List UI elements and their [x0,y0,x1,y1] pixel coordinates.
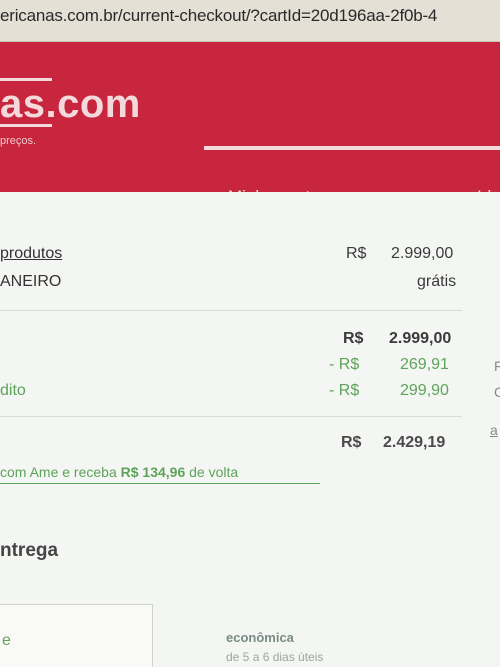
total-value: 2.429,19 [383,434,446,451]
logo-tagline: preços. [0,135,37,147]
products-currency: R$ [346,245,367,262]
right-column-link[interactable]: a [490,422,498,438]
products-link[interactable]: produtos [0,245,62,263]
subtotal-value: 2.999,00 [389,330,452,347]
total-currency: R$ [341,434,362,451]
checkout-progress-bar [204,146,500,150]
summary-divider-1 [0,310,462,311]
shipping-label: ANEIRO [0,273,62,290]
right-column-label-1: F [494,358,500,374]
discount2-currency: - R$ [329,382,360,399]
delivery-section-title: ntrega [0,540,59,561]
discount2-label: dito [0,382,26,399]
summary-divider-2 [0,416,462,417]
shipping-option-name: econômica [226,630,294,645]
discount1-currency: - R$ [329,356,360,373]
right-column-label-2: C [494,384,500,400]
cashback-suffix: de volta [185,464,239,480]
cashback-prefix: com Ame e receba [0,464,121,480]
delivery-option-letter: e [2,632,11,649]
discount2-value: 299,90 [400,382,449,399]
products-value: 2.999,00 [391,245,454,262]
discount1-value: 269,91 [400,356,449,373]
browser-address-bar[interactable]: ericanas.com.br/current-checkout/?cartId… [0,0,500,42]
cashback-underline [0,483,320,484]
shipping-value: grátis [417,273,457,290]
url-text[interactable]: ericanas.com.br/current-checkout/?cartId… [0,6,437,26]
delivery-option-card[interactable] [0,604,153,667]
site-header: as.com preços. Minha cesta Ide [0,42,500,206]
subtotal-currency: R$ [343,330,364,347]
site-logo[interactable]: as.com [0,82,141,127]
shipping-option-detail: de 5 a 6 dias úteis [226,650,324,664]
order-summary-panel [0,192,500,667]
logo-accent-line [0,78,52,81]
ame-cashback-link[interactable]: com Ame e receba R$ 134,96 de volta [0,464,238,480]
logo-underline [0,124,52,127]
cashback-amount: R$ 134,96 [120,464,186,480]
